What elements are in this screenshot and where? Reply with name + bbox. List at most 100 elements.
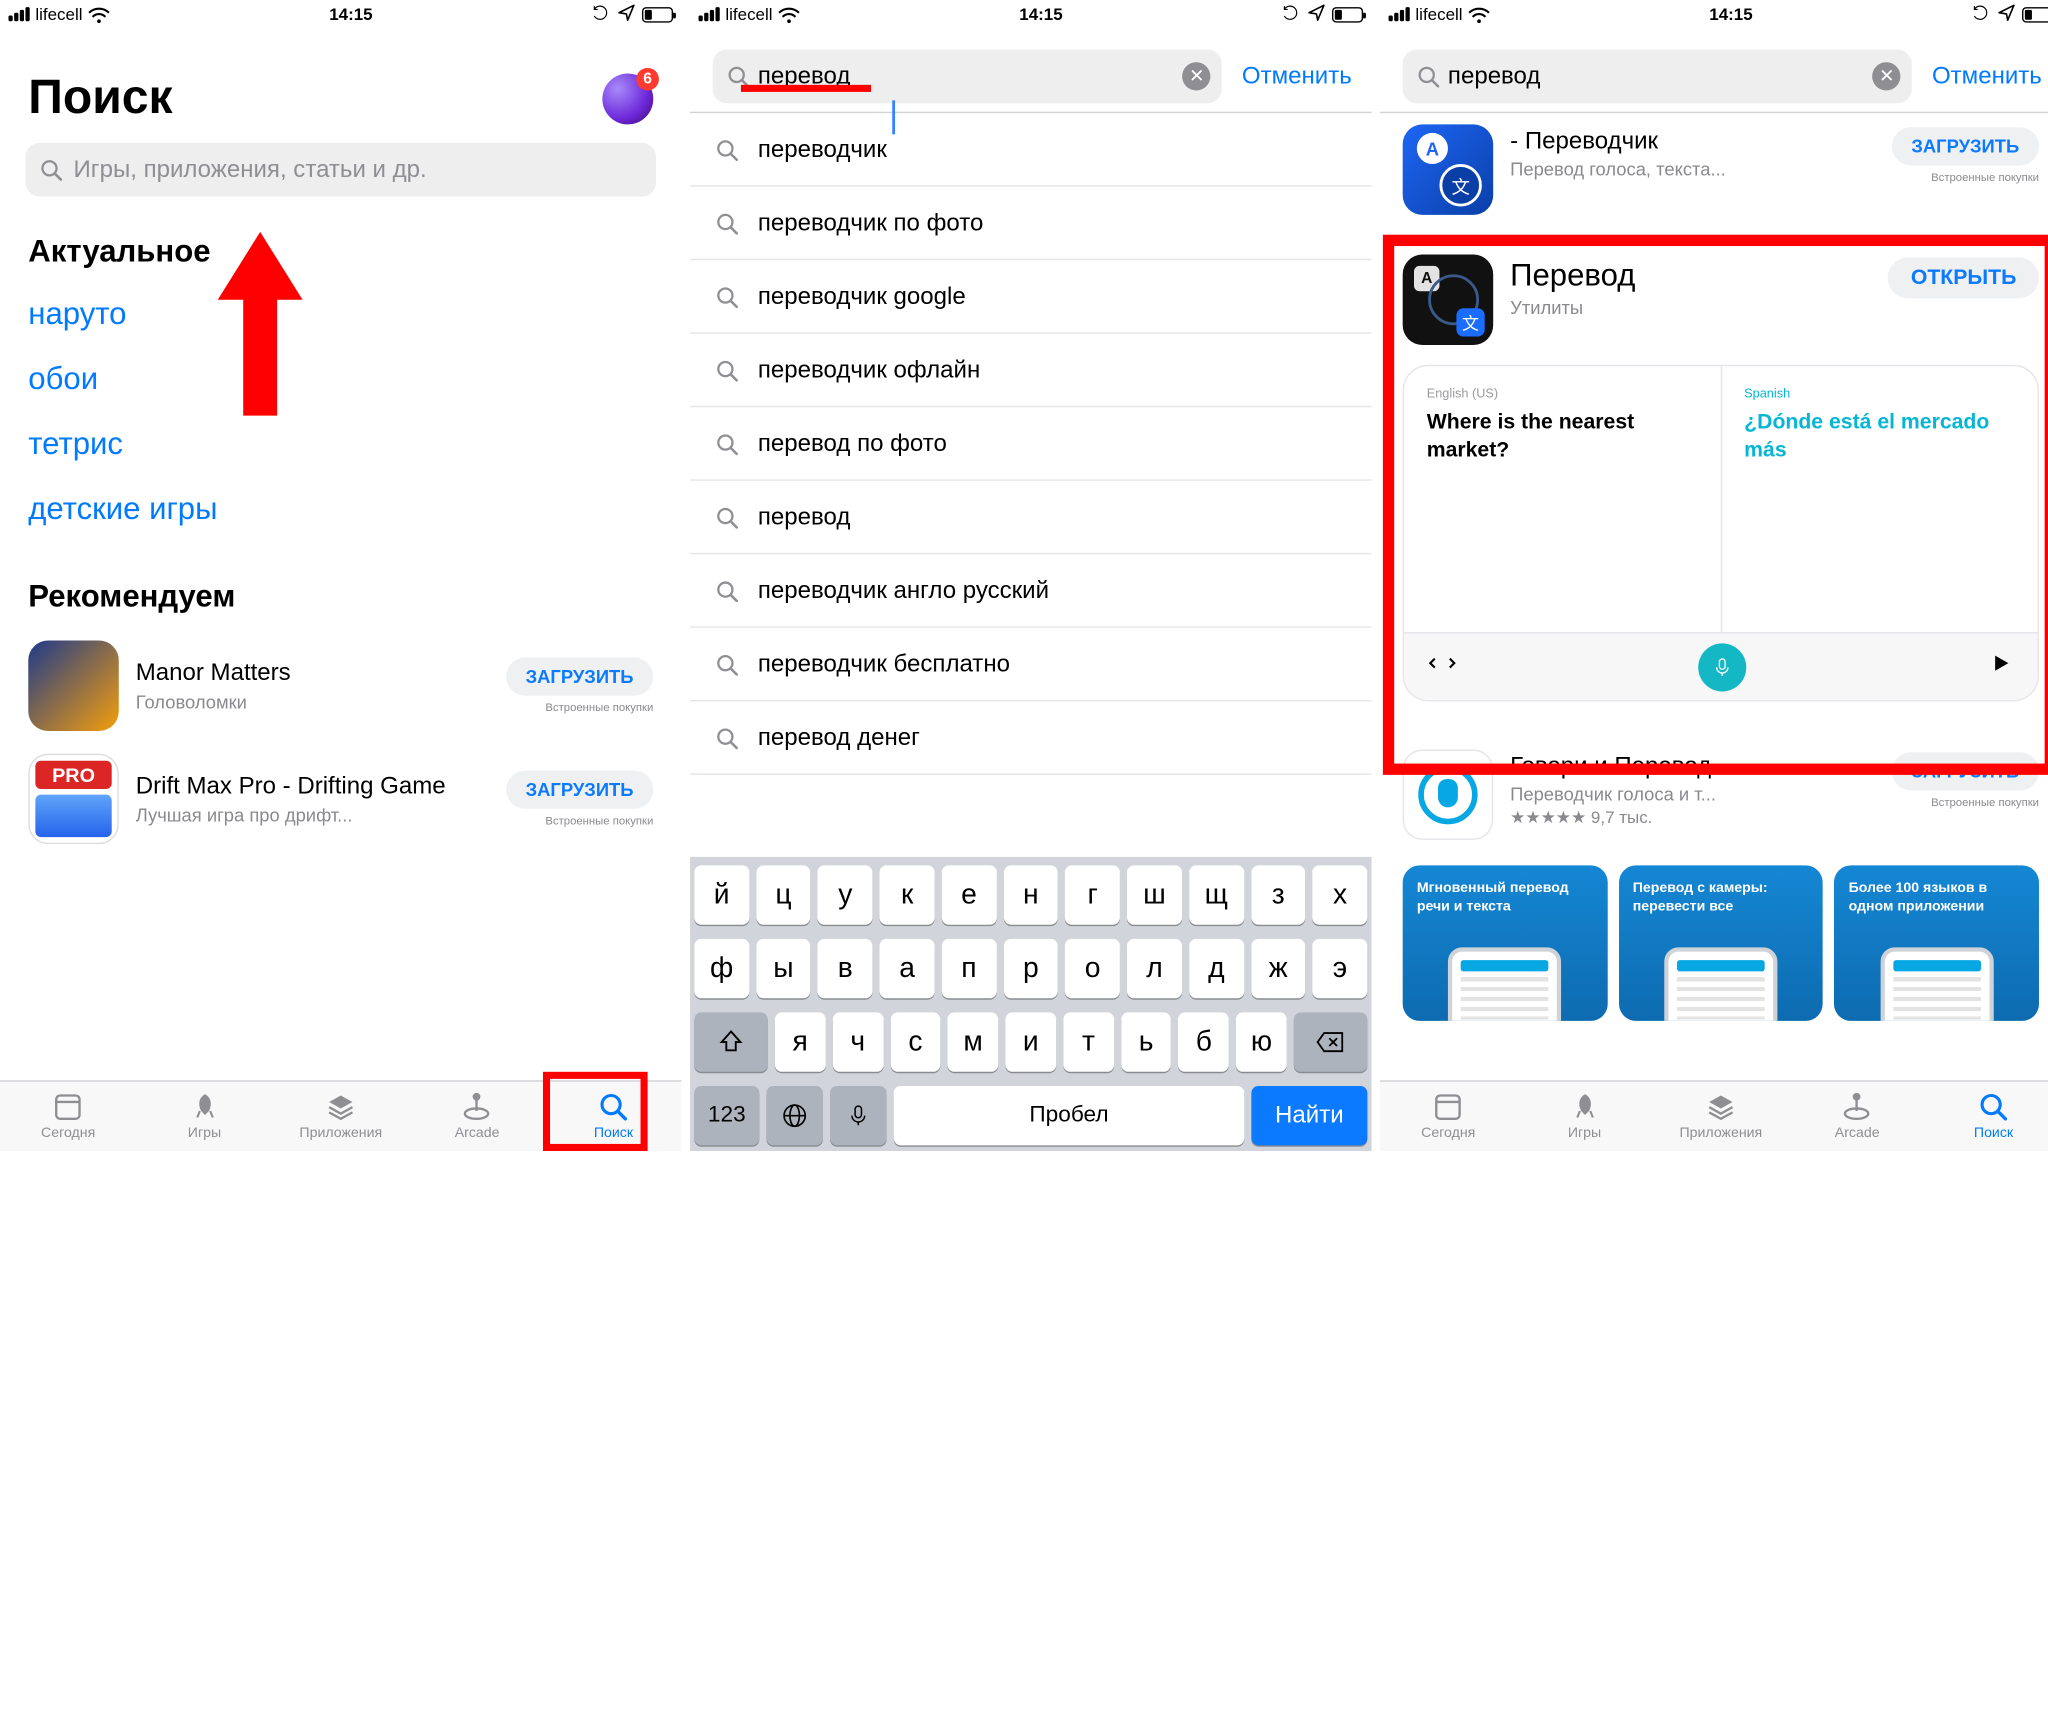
get-button[interactable]: ЗАГРУЗИТЬ [506, 658, 653, 696]
key[interactable]: а [880, 939, 935, 998]
profile-avatar[interactable]: 6 [602, 73, 653, 124]
shot-text-en: Where is the nearest market? [1427, 409, 1698, 464]
trending-item[interactable]: тетрис [28, 411, 653, 476]
search-input[interactable]: перевод ✕ [713, 49, 1222, 103]
key[interactable]: ж [1251, 939, 1306, 998]
key[interactable]: ф [694, 939, 749, 998]
tab-today[interactable]: Сегодня [1380, 1082, 1516, 1151]
key[interactable]: щ [1189, 865, 1244, 924]
promo-text: Перевод с камеры: перевести все [1633, 881, 1768, 915]
backspace-key[interactable] [1294, 1012, 1368, 1071]
iap-label: Встроенные покупки [506, 701, 653, 714]
result-row[interactable]: Говори и Перевод... Переводчик голоса и … [1403, 735, 2039, 851]
space-key[interactable]: Пробел [894, 1086, 1245, 1145]
trending-item[interactable]: обои [28, 346, 653, 411]
key[interactable]: ш [1127, 865, 1182, 924]
key[interactable]: й [694, 865, 749, 924]
key[interactable]: г [1065, 865, 1120, 924]
trending-item[interactable]: наруто [28, 281, 653, 346]
numbers-key[interactable]: 123 [694, 1086, 759, 1145]
get-button[interactable]: ЗАГРУЗИТЬ [1892, 127, 2039, 165]
tab-search[interactable]: Поиск [1925, 1082, 2048, 1151]
search-placeholder: Игры, приложения, статьи и др. [74, 156, 427, 184]
cancel-button[interactable]: Отменить [1236, 62, 1357, 90]
key[interactable]: у [818, 865, 873, 924]
screenshots-row[interactable]: Мгновенный перевод речи и текста Перевод… [1403, 865, 2039, 1021]
wifi-icon [1468, 5, 1491, 23]
key[interactable]: о [1065, 939, 1120, 998]
tab-today[interactable]: Сегодня [0, 1082, 136, 1151]
search-icon [715, 358, 738, 381]
suggestion-item[interactable]: перевод по фото [690, 407, 1372, 481]
key[interactable]: т [1063, 1012, 1114, 1071]
app-row[interactable]: Manor Matters Головоломки ЗАГРУЗИТЬ Встр… [28, 629, 653, 742]
result-row[interactable]: - Переводчик Перевод голоса, текста... З… [1403, 110, 2039, 226]
open-button[interactable]: ОТКРЫТЬ [1888, 257, 2039, 298]
suggestion-item[interactable]: переводчик по фото [690, 187, 1372, 261]
key[interactable]: ю [1236, 1012, 1287, 1071]
suggestion-item[interactable]: перевод [690, 481, 1372, 555]
trending-item[interactable]: детские игры [28, 477, 653, 542]
key[interactable]: э [1313, 939, 1368, 998]
dictation-key[interactable] [830, 1086, 887, 1145]
app-icon [28, 641, 118, 731]
tab-games[interactable]: Игры [136, 1082, 272, 1151]
clock: 14:15 [1709, 4, 1752, 24]
app-row[interactable]: Drift Max Pro - Drifting Game Лучшая игр… [28, 742, 653, 855]
result-row[interactable]: Перевод Утилиты ОТКРЫТЬ [1403, 240, 2039, 356]
key[interactable]: л [1127, 939, 1182, 998]
key[interactable]: к [880, 865, 935, 924]
iap-label: Встроенные покупки [506, 814, 653, 827]
key[interactable]: ь [1121, 1012, 1172, 1071]
suggestion-text: переводчик google [758, 282, 966, 310]
signal-icon [8, 7, 29, 21]
key[interactable]: п [942, 939, 997, 998]
key[interactable]: з [1251, 865, 1306, 924]
suggestion-text: переводчик англо русский [758, 576, 1049, 604]
app-name: Manor Matters [136, 659, 489, 688]
tab-search[interactable]: Поиск [545, 1082, 681, 1151]
emoji-key[interactable] [766, 1086, 823, 1145]
suggestion-item[interactable]: переводчик бесплатно [690, 628, 1372, 702]
key[interactable]: с [890, 1012, 941, 1071]
key[interactable]: ч [833, 1012, 884, 1071]
key[interactable]: е [942, 865, 997, 924]
search-key[interactable]: Найти [1251, 1086, 1367, 1145]
key[interactable]: б [1179, 1012, 1230, 1071]
key[interactable]: я [775, 1012, 826, 1071]
suggestion-item[interactable]: переводчик google [690, 260, 1372, 334]
cancel-button[interactable]: Отменить [1926, 62, 2047, 90]
tab-arcade[interactable]: Arcade [409, 1082, 545, 1151]
clear-button[interactable]: ✕ [1873, 62, 1901, 90]
shift-key[interactable] [694, 1012, 768, 1071]
key[interactable]: ц [756, 865, 811, 924]
get-button[interactable]: ЗАГРУЗИТЬ [506, 771, 653, 809]
key[interactable]: н [1003, 865, 1058, 924]
search-query: перевод [758, 62, 851, 90]
search-input[interactable]: перевод ✕ [1403, 49, 1912, 103]
tab-games[interactable]: Игры [1516, 1082, 1652, 1151]
key[interactable]: х [1313, 865, 1368, 924]
app-screenshot[interactable]: English (US) Where is the nearest market… [1403, 365, 2039, 702]
suggestion-item[interactable]: переводчик англо русский [690, 554, 1372, 628]
search-icon [715, 211, 738, 234]
tab-apps[interactable]: Приложения [273, 1082, 409, 1151]
search-input[interactable]: Игры, приложения, статьи и др. [25, 143, 656, 197]
key[interactable]: в [818, 939, 873, 998]
key[interactable]: р [1003, 939, 1058, 998]
key[interactable]: и [1006, 1012, 1057, 1071]
tab-apps[interactable]: Приложения [1653, 1082, 1789, 1151]
suggestion-item[interactable]: перевод денег [690, 701, 1372, 775]
tab-label: Игры [188, 1126, 221, 1142]
clear-button[interactable]: ✕ [1183, 62, 1211, 90]
app-icon [1403, 749, 1493, 839]
get-button[interactable]: ЗАГРУЗИТЬ [1892, 752, 2039, 790]
suggestion-item[interactable]: переводчик офлайн [690, 334, 1372, 408]
suggestion-item[interactable]: переводчик [690, 113, 1372, 187]
key[interactable]: ы [756, 939, 811, 998]
app-subtitle: Лучшая игра про дрифт... [136, 804, 489, 825]
key[interactable]: м [948, 1012, 999, 1071]
shot-lang-en: English (US) [1427, 386, 1698, 400]
key[interactable]: д [1189, 939, 1244, 998]
tab-arcade[interactable]: Arcade [1789, 1082, 1925, 1151]
